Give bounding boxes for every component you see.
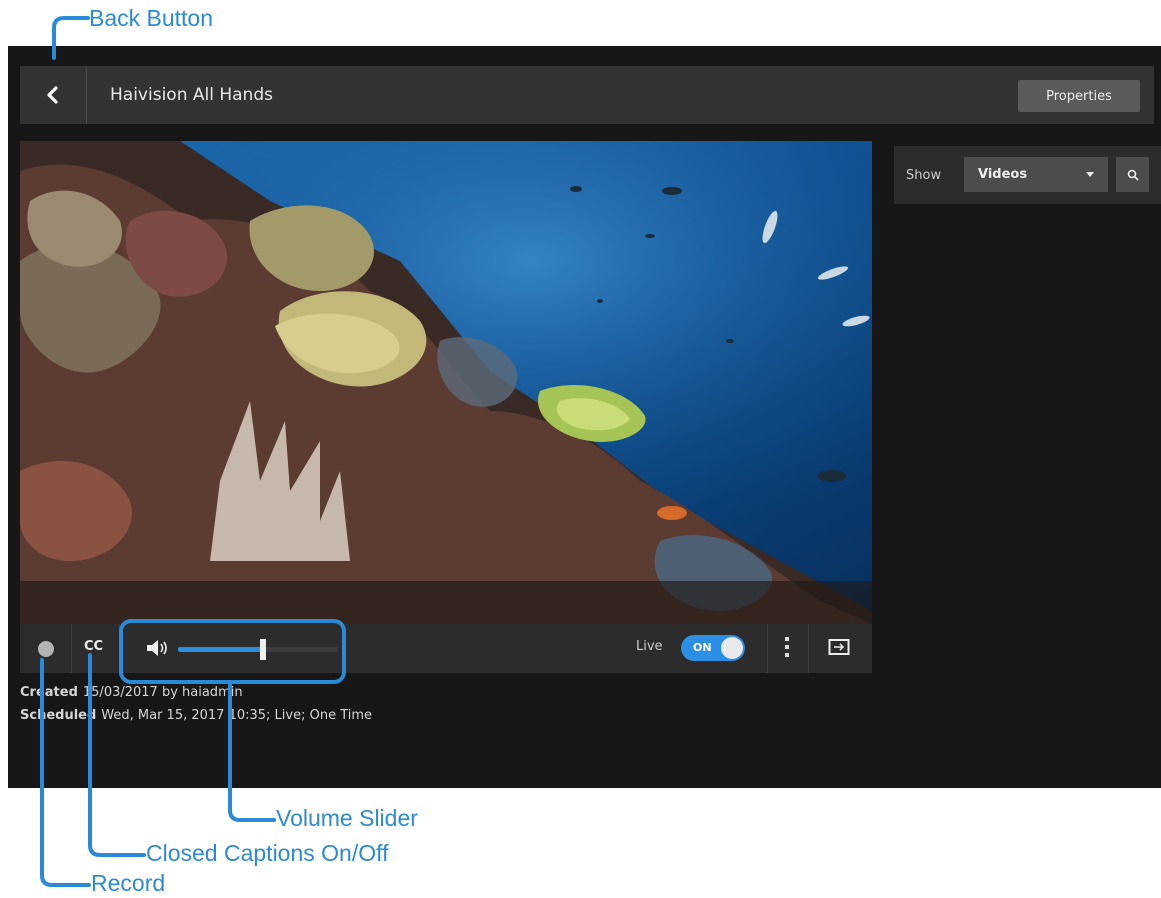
magnifier-icon [1127,169,1139,181]
title-bar: Haivision All Hands Properties [20,66,1154,124]
video-player[interactable] [20,141,872,624]
scheduled-label: Scheduled [20,708,97,723]
annotation-back-button-label: Back Button [89,5,214,31]
live-toggle[interactable]: ON [681,635,745,661]
search-button[interactable] [1116,157,1149,192]
volume-level-fill [178,647,263,652]
caret-down-icon [1086,172,1094,177]
closed-captions-button[interactable]: CC [84,639,103,654]
created-row: Created 15/03/2017 by haiadmin [20,681,372,704]
sidebar-filter-bar: Show Videos [894,146,1161,204]
live-toggle-knob [721,637,743,659]
live-toggle-state: ON [693,641,712,654]
divider [119,624,120,673]
vertical-dots-icon[interactable] [785,637,789,661]
annotation-record-label: Record [91,870,166,896]
divider [767,624,768,673]
video-details-window: Haivision All Hands Properties CC Live O… [8,46,1161,788]
volume-slider[interactable] [178,639,338,660]
divider [71,624,72,673]
video-frame [20,141,872,624]
theater-mode-icon[interactable] [828,638,850,656]
created-value: 15/03/2017 by haiadmin [82,685,243,700]
live-label: Live [636,639,663,654]
page-title: Haivision All Hands [110,85,273,105]
divider [808,624,809,673]
annotation-volume-slider-label: Volume Slider [276,805,418,831]
video-metadata: Created 15/03/2017 by haiadmin Scheduled W… [20,681,372,727]
scheduled-value: Wed, Mar 15, 2017 10:35; Live; One Time [101,708,373,723]
record-button[interactable] [38,641,54,657]
show-dropdown[interactable]: Videos [964,157,1108,192]
volume-slider-handle[interactable] [259,639,266,660]
scheduled-row: Scheduled Wed, Mar 15, 2017 10:35; Live; … [20,704,372,727]
annotation-closed-captions-label: Closed Captions On/Off [146,840,389,866]
back-button[interactable] [20,66,87,124]
speaker-icon[interactable] [145,638,173,658]
created-label: Created [20,685,78,700]
chevron-left-icon [47,86,58,104]
player-control-bar: CC Live ON [20,624,872,673]
show-label: Show [906,168,942,183]
properties-button[interactable]: Properties [1018,80,1140,112]
show-dropdown-value: Videos [978,167,1028,182]
